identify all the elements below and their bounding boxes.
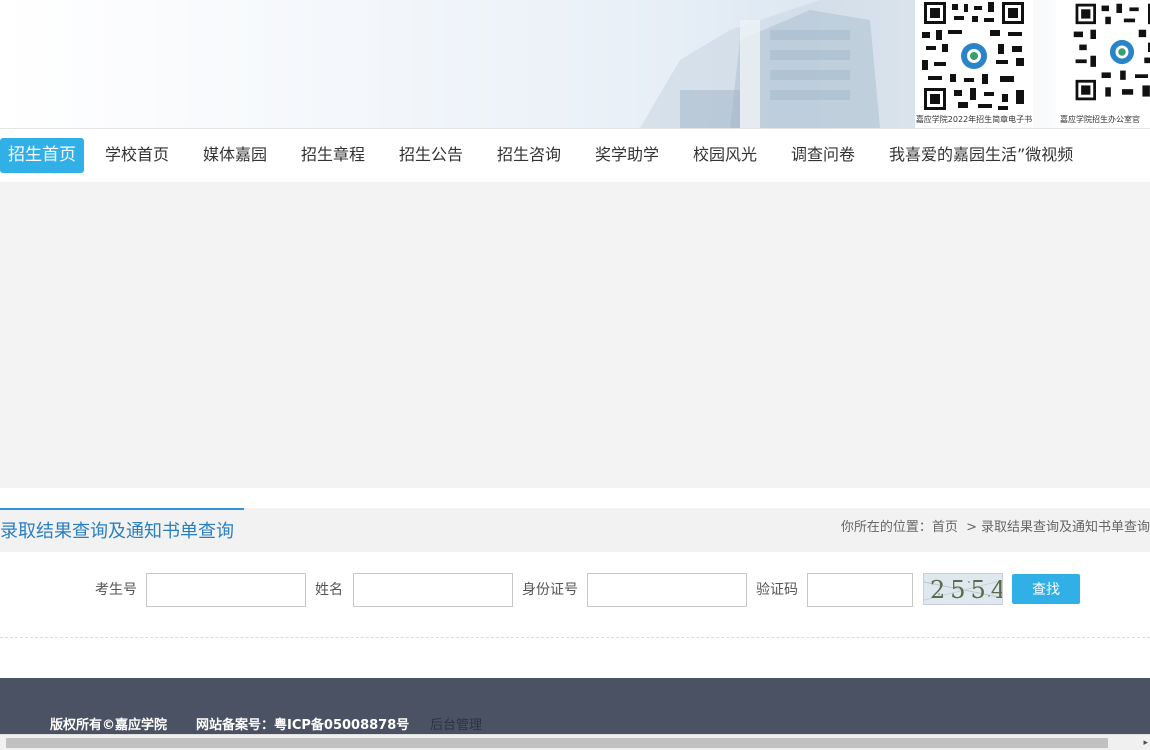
nav-item-school-home[interactable]: 学校首页 bbox=[105, 137, 169, 173]
footer-copyright: 版权所有©嘉应学院 bbox=[50, 718, 168, 733]
nav-item-micro-video[interactable]: 我喜爱的嘉园生活”微视频 bbox=[889, 137, 1073, 173]
footer: 版权所有©嘉应学院 网站备案号：粤ICP备05008878号 后台管理 bbox=[0, 678, 1150, 738]
breadcrumb: 你所在的位置：首页 > 录取结果查询及通知书单查询 bbox=[841, 508, 1150, 548]
id-number-input[interactable] bbox=[587, 573, 747, 607]
nav-item-campus-scenery[interactable]: 校园风光 bbox=[693, 137, 757, 173]
qr-code-icon bbox=[918, 0, 1030, 112]
nav-item-regulations[interactable]: 招生章程 bbox=[301, 137, 365, 173]
page-title: 录取结果查询及通知书单查询 bbox=[0, 508, 244, 552]
campus-building-image bbox=[640, 0, 920, 128]
footer-icp[interactable]: 网站备案号：粤ICP备05008878号 bbox=[196, 714, 409, 733]
breadcrumb-separator: > bbox=[966, 520, 977, 535]
name-label: 姓名 bbox=[315, 582, 343, 598]
breadcrumb-current: 录取结果查询及通知书单查询 bbox=[980, 520, 1150, 535]
exam-number-label: 考生号 bbox=[95, 582, 137, 598]
qr-code-office: 嘉应学院招生办公室官 bbox=[1056, 0, 1150, 128]
qr-caption-ebook: 嘉应学院2022年招生简章电子书 bbox=[915, 115, 1033, 124]
search-button[interactable]: 查找 bbox=[1012, 574, 1080, 604]
section-header: 录取结果查询及通知书单查询 你所在的位置：首页 > 录取结果查询及通知书单查询 bbox=[0, 508, 1150, 552]
nav-item-media[interactable]: 媒体嘉园 bbox=[203, 137, 267, 173]
scroll-right-arrow-icon[interactable]: ▸ bbox=[1143, 738, 1148, 748]
nav-item-admissions-home[interactable]: 招生首页 bbox=[0, 138, 84, 173]
captcha-input[interactable] bbox=[807, 573, 913, 607]
breadcrumb-home-link[interactable]: 首页 bbox=[932, 520, 958, 535]
breadcrumb-prefix: 你所在的位置： bbox=[840, 520, 932, 535]
page: 嘉应学院2022年招生简章电子书 嘉应学院招生办公室官 招生首页 学校首页 媒体… bbox=[0, 0, 1150, 750]
captcha-text: 2554 bbox=[930, 576, 1003, 604]
footer-admin-link[interactable]: 后台管理 bbox=[430, 714, 482, 733]
banner-slider bbox=[0, 182, 1150, 488]
nav-item-survey[interactable]: 调查问卷 bbox=[791, 137, 855, 173]
page-title-text: 录取结果查询及通知书单查询 bbox=[0, 521, 234, 542]
divider bbox=[0, 637, 1150, 638]
scrollbar-thumb[interactable] bbox=[6, 738, 1108, 748]
qr-code-ebook: 嘉应学院2022年招生简章电子书 bbox=[915, 0, 1033, 128]
exam-number-input[interactable] bbox=[146, 573, 306, 607]
nav-item-announcements[interactable]: 招生公告 bbox=[399, 137, 463, 173]
horizontal-scrollbar[interactable]: ▸ bbox=[0, 734, 1150, 750]
captcha-label: 验证码 bbox=[756, 582, 798, 598]
qr-caption-office: 嘉应学院招生办公室官 bbox=[1060, 115, 1140, 124]
main-nav: 招生首页 学校首页 媒体嘉园 招生章程 招生公告 招生咨询 奖学助学 校园风光 … bbox=[0, 128, 1150, 182]
nav-item-scholarships[interactable]: 奖学助学 bbox=[595, 137, 659, 173]
nav-item-consulting[interactable]: 招生咨询 bbox=[497, 137, 561, 173]
header-banner: 嘉应学院2022年招生简章电子书 嘉应学院招生办公室官 bbox=[0, 0, 1150, 128]
id-number-label: 身份证号 bbox=[522, 582, 578, 598]
name-input[interactable] bbox=[353, 573, 513, 607]
qr-code-icon bbox=[1070, 0, 1150, 104]
captcha-image[interactable]: 2554 bbox=[923, 573, 1003, 605]
